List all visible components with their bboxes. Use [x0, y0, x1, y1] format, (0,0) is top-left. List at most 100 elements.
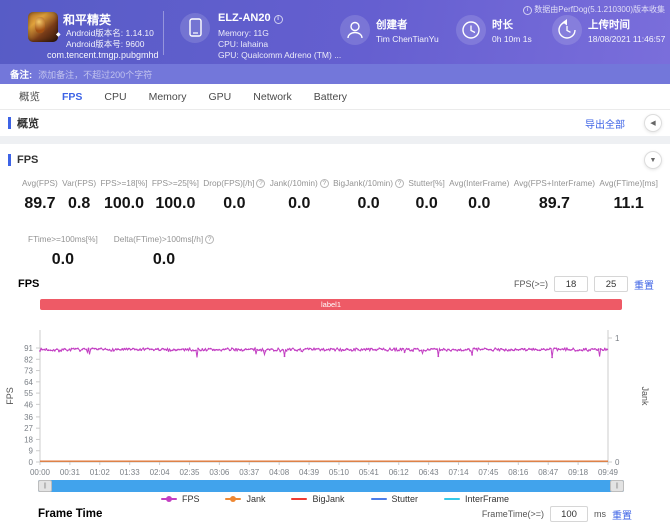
svg-text:04:08: 04:08: [269, 468, 290, 477]
frame-time-threshold-label: FrameTime(>=): [481, 509, 544, 519]
svg-text:FPS: FPS: [5, 387, 15, 405]
tab-overview[interactable]: 概览: [8, 84, 51, 110]
tab-fps[interactable]: FPS: [51, 84, 93, 110]
svg-text:02:35: 02:35: [179, 468, 200, 477]
svg-text:18: 18: [24, 435, 33, 444]
creator-label: 创建者: [376, 19, 408, 31]
metric-label: FPS>=25[%]: [151, 178, 199, 188]
metric-label: Avg(FPS+InterFrame): [513, 178, 595, 188]
frame-time-reset-link[interactable]: 重置: [612, 507, 632, 522]
svg-text:0: 0: [615, 458, 620, 467]
metric-value: 89.7: [538, 195, 570, 212]
app-package: com.tencent.tmgp.pubgmhd: [47, 50, 159, 60]
metric-cell: BigJank(/10min)? 0.0: [333, 178, 405, 213]
tab-network[interactable]: Network: [242, 84, 303, 110]
metric-label: Jank(/10min)?: [270, 178, 329, 188]
fps-chart-header: FPS FPS(>=) 重置: [0, 274, 670, 294]
help-icon[interactable]: ?: [205, 235, 215, 244]
help-icon[interactable]: ?: [319, 179, 329, 188]
device-cpu: CPU: lahaina: [218, 39, 269, 49]
upload-history-icon: [552, 15, 582, 45]
metric-cell: Delta(FTime)>100ms[/h]? 0.0: [114, 234, 215, 269]
metric-label: Avg(FTime)[ms]: [599, 178, 658, 188]
section-gap: [0, 136, 670, 144]
svg-text:01:33: 01:33: [120, 468, 141, 477]
metric-label: Delta(FTime)>100ms[/h]?: [114, 234, 215, 244]
tab-memory[interactable]: Memory: [138, 84, 198, 110]
diamond-bullet-icon: ◆: [56, 32, 61, 38]
fps-chart-canvas[interactable]: 918273645546362718901000:00 00:31 01:02 01:…: [0, 312, 670, 478]
app-icon: [28, 12, 58, 42]
legend-item-stutter[interactable]: Stutter: [370, 494, 419, 504]
tab-battery[interactable]: Battery: [303, 84, 358, 110]
metric-label: Var(FPS): [62, 178, 97, 188]
fps-panel-header: FPS ▼: [0, 150, 670, 170]
svg-text:02:04: 02:04: [150, 468, 171, 477]
clock-icon: [456, 15, 486, 45]
fps-chart-title: FPS: [18, 278, 40, 290]
svg-text:04:39: 04:39: [299, 468, 320, 477]
metric-value: 11.1: [613, 195, 644, 212]
svg-text:08:47: 08:47: [538, 468, 559, 477]
scrollbar-handle-right[interactable]: ||: [610, 480, 624, 492]
legend-item-interframe[interactable]: InterFrame: [444, 494, 509, 504]
device-gpu: GPU: Qualcomm Adreno (TM) ...: [218, 50, 342, 60]
tab-gpu[interactable]: GPU: [198, 84, 243, 110]
fps-panel-title: FPS: [17, 154, 39, 166]
scrollbar-handle-left[interactable]: ||: [38, 480, 52, 492]
metric-value: 100.0: [155, 195, 196, 212]
metric-cell: Avg(FPS) 89.7: [22, 178, 58, 213]
metric-cell: Stutter[%] 0.0: [408, 178, 444, 213]
notes-bar[interactable]: 备注: 添加备注，不超过200个字符: [0, 64, 670, 84]
svg-text:09:18: 09:18: [568, 468, 589, 477]
metric-cell: Avg(FPS+InterFrame) 89.7: [514, 178, 595, 213]
metric-cell: Avg(InterFrame) 0.0: [449, 178, 509, 213]
notes-placeholder: 添加备注，不超过200个字符: [38, 69, 153, 80]
svg-text:73: 73: [24, 367, 33, 376]
help-icon[interactable]: ?: [395, 179, 405, 188]
device-model: ELZ-AN20 i: [218, 12, 283, 24]
legend-label: Stutter: [391, 494, 419, 504]
frame-time-threshold-input[interactable]: [550, 506, 588, 522]
creator-value: Tim ChenTianYu: [376, 34, 439, 44]
metric-value: 0.0: [468, 195, 491, 212]
svg-text:07:45: 07:45: [478, 468, 499, 477]
notes-label: 备注:: [10, 70, 33, 81]
fps-reset-link[interactable]: 重置: [634, 277, 654, 292]
device-info-icon[interactable]: i: [273, 15, 283, 24]
chart-scrollbar[interactable]: || ||: [38, 480, 624, 492]
metric-label: BigJank(/10min)?: [333, 178, 405, 188]
metric-value: 0.0: [357, 195, 380, 212]
svg-text:07:14: 07:14: [449, 468, 470, 477]
metric-value: 0.0: [51, 251, 75, 268]
svg-text:82: 82: [24, 355, 33, 364]
legend-item-jank[interactable]: Jank: [225, 494, 265, 504]
fps-panel: FPS ▼ Avg(FPS) 89.7 Var(FPS) 0.8 FPS>=18[%] 1…: [0, 144, 670, 526]
svg-text:06:12: 06:12: [389, 468, 410, 477]
metric-cell: FPS>=18[%] 100.0: [100, 178, 147, 213]
help-icon[interactable]: ?: [256, 179, 266, 188]
svg-text:46: 46: [24, 400, 33, 409]
fps-threshold-input-2[interactable]: [594, 276, 628, 292]
legend-item-bigjank[interactable]: BigJank: [291, 494, 345, 504]
tab-bar: 概览 FPS CPU Memory GPU Network Battery: [0, 84, 670, 110]
header: 和平精英 ◆ Android版本名: 1.14.10 Android版本号: 9…: [0, 0, 670, 64]
tab-cpu[interactable]: CPU: [93, 84, 137, 110]
fps-threshold-input-1[interactable]: [554, 276, 588, 292]
svg-text:27: 27: [24, 424, 33, 433]
legend-label: BigJank: [312, 494, 345, 504]
svg-text:0: 0: [29, 458, 34, 467]
chart-label1-bar[interactable]: label1: [40, 299, 622, 310]
app-version-code: Android版本号: 9600: [66, 39, 145, 49]
metric-label: FPS>=18[%]: [100, 178, 148, 188]
legend-item-fps[interactable]: FPS: [160, 494, 199, 504]
export-all-link[interactable]: 导出全部: [585, 116, 625, 131]
duration-value: 0h 10m 1s: [492, 34, 532, 44]
collapse-panel-button[interactable]: ▼: [644, 151, 662, 169]
overview-title: 概览: [17, 118, 39, 130]
metric-value: 89.7: [24, 195, 56, 212]
collapse-left-button[interactable]: ◀: [644, 114, 662, 132]
metric-value: 0.8: [68, 195, 91, 212]
metric-cell: Jank(/10min)? 0.0: [270, 178, 329, 213]
fps-threshold-controls: FPS(>=) 重置: [514, 276, 654, 292]
